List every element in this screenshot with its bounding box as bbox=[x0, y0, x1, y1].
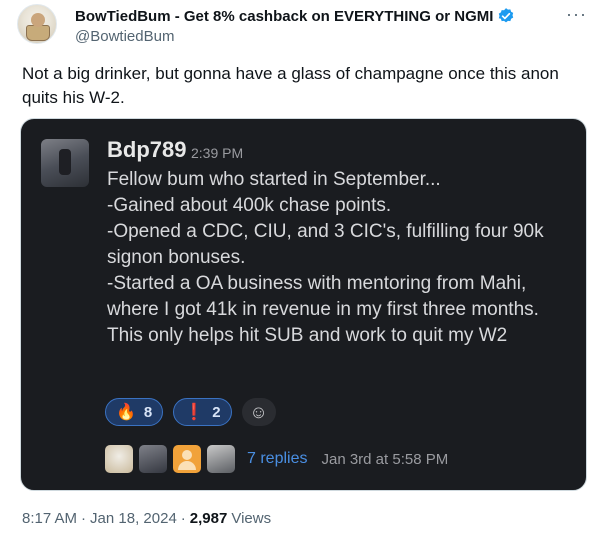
tweet-text: Not a big drinker, but gonna have a glas… bbox=[22, 64, 559, 107]
reply-avatar bbox=[105, 445, 133, 473]
thread-replies-count: 7 replies bbox=[247, 450, 308, 467]
tweet-time[interactable]: 8:17 AM bbox=[22, 510, 77, 527]
reaction-count: 8 bbox=[143, 403, 153, 421]
slack-user-avatar bbox=[41, 139, 89, 187]
reaction-exclamation: ❗ 2 bbox=[173, 398, 232, 426]
thread-last-reply-date: Jan 3rd at 5:58 PM bbox=[321, 450, 449, 468]
avatar-face-shape bbox=[31, 13, 45, 27]
author-avatar[interactable] bbox=[17, 4, 57, 44]
meta-separator: · bbox=[180, 510, 186, 527]
meta-separator: · bbox=[81, 510, 87, 527]
verified-badge-icon[interactable] bbox=[497, 7, 515, 25]
embedded-screenshot[interactable]: Bdp789 2:39 PM Fellow bum who started in… bbox=[20, 118, 587, 491]
author-name-row: BowTiedBum - Get 8% cashback on EVERYTHI… bbox=[75, 7, 515, 25]
reply-avatar bbox=[139, 445, 167, 473]
slack-message-body: Fellow bum who started in September... -… bbox=[107, 169, 544, 346]
reply-avatar bbox=[173, 445, 201, 473]
avatar-bag-shape bbox=[26, 25, 50, 41]
views-count: 2,987 bbox=[189, 510, 228, 527]
views-label: Views bbox=[231, 510, 272, 527]
reaction-fire: 🔥 8 bbox=[105, 398, 164, 426]
fire-icon: 🔥 bbox=[116, 404, 136, 421]
reaction-count: 2 bbox=[212, 403, 221, 421]
slack-message-time: 2:39 PM bbox=[191, 145, 244, 161]
slack-reactions: 🔥 8 ❗ 2 ☺ bbox=[105, 398, 276, 426]
tweet-meta: 8:17 AM · Jan 18, 2024 · 2,987 Views bbox=[22, 510, 271, 527]
author-handle[interactable]: @BowtiedBum bbox=[75, 28, 174, 45]
slack-thread-summary: 7 replies Jan 3rd at 5:58 PM bbox=[105, 445, 448, 473]
more-options-icon[interactable]: ··· bbox=[566, 4, 587, 25]
slack-author-name: Bdp789 bbox=[107, 137, 187, 162]
add-reaction-icon: ☺ bbox=[241, 398, 276, 426]
tweet: BowTiedBum - Get 8% cashback on EVERYTHI… bbox=[0, 0, 597, 536]
author-display-name[interactable]: BowTiedBum - Get 8% cashback on EVERYTHI… bbox=[75, 8, 493, 25]
tweet-date[interactable]: Jan 18, 2024 bbox=[90, 510, 177, 527]
exclamation-icon: ❗ bbox=[184, 404, 205, 421]
reply-avatar bbox=[207, 445, 235, 473]
